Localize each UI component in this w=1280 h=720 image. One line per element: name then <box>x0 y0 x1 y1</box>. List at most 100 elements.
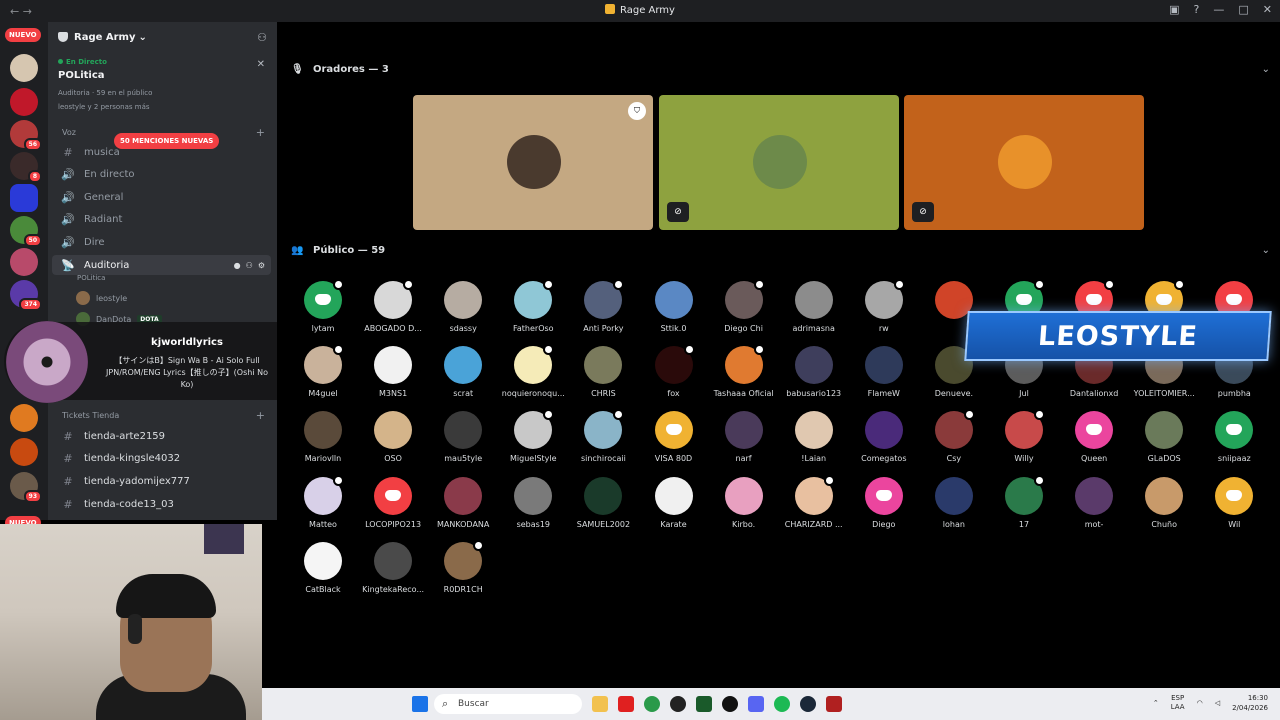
audience-member[interactable]: Willy <box>984 409 1064 463</box>
server-icon[interactable]: 8 <box>10 152 42 183</box>
add-user-icon[interactable]: ⚇ <box>257 31 267 44</box>
audience-member[interactable]: R0DR1CH <box>423 539 503 594</box>
audience-member[interactable]: babusario123 <box>774 346 854 398</box>
channel-tienda[interactable]: # tienda-arte2159 <box>52 426 271 446</box>
audience-member[interactable]: mot- <box>1054 476 1134 529</box>
server-icon[interactable] <box>10 54 38 82</box>
chevron-down-icon[interactable]: ⌄ <box>1262 64 1270 75</box>
audience-member[interactable]: adrimasna <box>774 281 854 333</box>
gear-icon[interactable]: ⚙ <box>258 261 265 270</box>
channel-tienda[interactable]: # tienda-kingsle4032 <box>52 448 271 468</box>
audience-member[interactable]: sebas19 <box>493 476 573 529</box>
audience-member[interactable]: Queen <box>1054 411 1134 463</box>
maximize-button[interactable]: □ <box>1238 3 1248 16</box>
audience-member[interactable]: Wil <box>1194 476 1274 529</box>
server-icon[interactable]: 374 <box>10 280 42 311</box>
audience-member[interactable]: ABOGADO D... <box>353 279 433 333</box>
audience-member[interactable]: GLaDOS <box>1124 411 1204 463</box>
audience-member[interactable]: rw <box>844 279 924 333</box>
audience-member[interactable]: !Laian <box>774 411 854 463</box>
server-icon[interactable] <box>10 404 38 432</box>
app-icon[interactable] <box>722 696 738 712</box>
channel-tienda[interactable]: # tienda-code13_03 <box>52 494 271 514</box>
mentions-pill[interactable]: 50 MENCIONES NUEVAS <box>114 133 220 149</box>
audience-member[interactable]: SAMUEL2002 <box>563 476 643 529</box>
audience-member[interactable]: MANKODANA <box>423 476 503 529</box>
audience-member[interactable]: sniipaaz <box>1194 411 1274 463</box>
chevron-up-icon[interactable]: ⌃ <box>1153 699 1159 707</box>
volume-icon[interactable]: ◁ <box>1215 699 1220 707</box>
audience-member[interactable]: sdassy <box>423 281 503 333</box>
discord-icon[interactable] <box>748 696 764 712</box>
audience-member[interactable]: Sttik.0 <box>634 281 714 333</box>
audience-member[interactable]: OSO <box>353 411 433 463</box>
audience-member[interactable]: fox <box>634 344 714 398</box>
audience-member[interactable]: LOCOPIPO213 <box>353 476 433 529</box>
search-input[interactable]: Buscar <box>434 694 582 714</box>
spotify-icon[interactable] <box>774 696 790 712</box>
chevron-down-icon[interactable]: ⌄ <box>1262 245 1270 256</box>
audience-member[interactable]: Matteo <box>283 474 363 529</box>
invite-icon[interactable]: ⚇ <box>246 261 253 270</box>
close-icon[interactable]: ✕ <box>257 59 265 70</box>
audience-member[interactable]: M3NS1 <box>353 346 433 398</box>
audience-member[interactable]: Chuño <box>1124 476 1204 529</box>
audience-member[interactable]: FatherOso <box>493 279 573 333</box>
server-icon[interactable] <box>10 88 38 116</box>
steam-icon[interactable] <box>800 696 816 712</box>
audience-member[interactable]: lohan <box>914 476 994 529</box>
channel-general[interactable]: 🔊 General <box>52 187 271 207</box>
wifi-icon[interactable]: ◠ <box>1197 699 1203 707</box>
live-stage-card[interactable]: En Directo POLitica Auditoria · 59 en el… <box>48 52 277 115</box>
server-icon[interactable] <box>10 248 38 276</box>
channel-auditoria[interactable]: 📡 Auditoria ● ⚇ ⚙ <box>52 255 271 275</box>
close-button[interactable]: ✕ <box>1263 3 1272 16</box>
audience-member[interactable]: Tashaaa Oficial <box>704 344 784 398</box>
audience-member[interactable]: KingtekaReco... <box>353 541 433 594</box>
start-icon[interactable] <box>412 696 428 712</box>
audience-member[interactable]: FlameW <box>844 346 924 398</box>
server-icon[interactable] <box>10 438 38 466</box>
speaker-tile[interactable]: ⛉ <box>413 95 653 230</box>
channel-radiant[interactable]: 🔊 Radiant <box>52 209 271 229</box>
audience-member[interactable]: Karate <box>634 476 714 529</box>
obs-icon[interactable] <box>670 696 686 712</box>
voice-member[interactable]: leostyle <box>76 289 127 307</box>
audience-member[interactable]: sinchirocaii <box>563 409 643 463</box>
server-icon[interactable]: 93 <box>10 472 42 503</box>
audience-member[interactable]: CHRIS <box>563 346 643 398</box>
audience-member[interactable]: 17 <box>984 474 1064 529</box>
app-icon[interactable] <box>696 696 712 712</box>
inbox-icon[interactable]: ▣ <box>1169 3 1179 16</box>
speaker-tile[interactable]: ⊘ <box>659 95 899 230</box>
youtube-icon[interactable] <box>618 696 634 712</box>
audience-member[interactable]: lytam <box>283 279 363 333</box>
add-channel-icon[interactable]: + <box>256 126 265 139</box>
audience-member[interactable]: Comegatos <box>844 411 924 463</box>
audience-member[interactable]: Diego <box>844 476 924 529</box>
dota-icon[interactable] <box>826 696 842 712</box>
server-icon[interactable] <box>10 184 38 212</box>
audience-member[interactable]: MiguelStyle <box>493 409 573 463</box>
audience-member[interactable]: Csy <box>914 409 994 463</box>
audience-member[interactable]: VISA 80D <box>634 411 714 463</box>
server-header[interactable]: Rage Army ⌄ ⚇ <box>48 22 277 52</box>
minimize-button[interactable]: — <box>1213 3 1224 16</box>
audience-member[interactable]: M4guel <box>283 344 363 398</box>
category-tickets[interactable]: Tickets Tienda <box>62 411 119 420</box>
audience-member[interactable]: CatBlack <box>283 541 363 594</box>
server-icon[interactable]: 56 <box>10 120 42 151</box>
add-channel-icon[interactable]: + <box>256 409 265 422</box>
audience-member[interactable]: scrat <box>423 346 503 398</box>
server-icon[interactable]: 50 <box>10 216 42 247</box>
audience-member[interactable]: Kirbo. <box>704 476 784 529</box>
audience-member[interactable]: Mariovlln <box>283 411 363 463</box>
channel-tienda[interactable]: # tienda-yadomijex777 <box>52 471 271 491</box>
channel-dire[interactable]: 🔊 Dire <box>52 232 271 252</box>
audience-member[interactable]: mau5tyle <box>423 411 503 463</box>
chat-icon[interactable]: ● <box>234 261 241 270</box>
help-icon[interactable]: ? <box>1194 3 1200 16</box>
audience-member[interactable]: CHARIZARD ... <box>774 474 854 529</box>
category-voice[interactable]: Voz <box>62 128 76 137</box>
speaker-tile[interactable]: ⊘ <box>904 95 1144 230</box>
